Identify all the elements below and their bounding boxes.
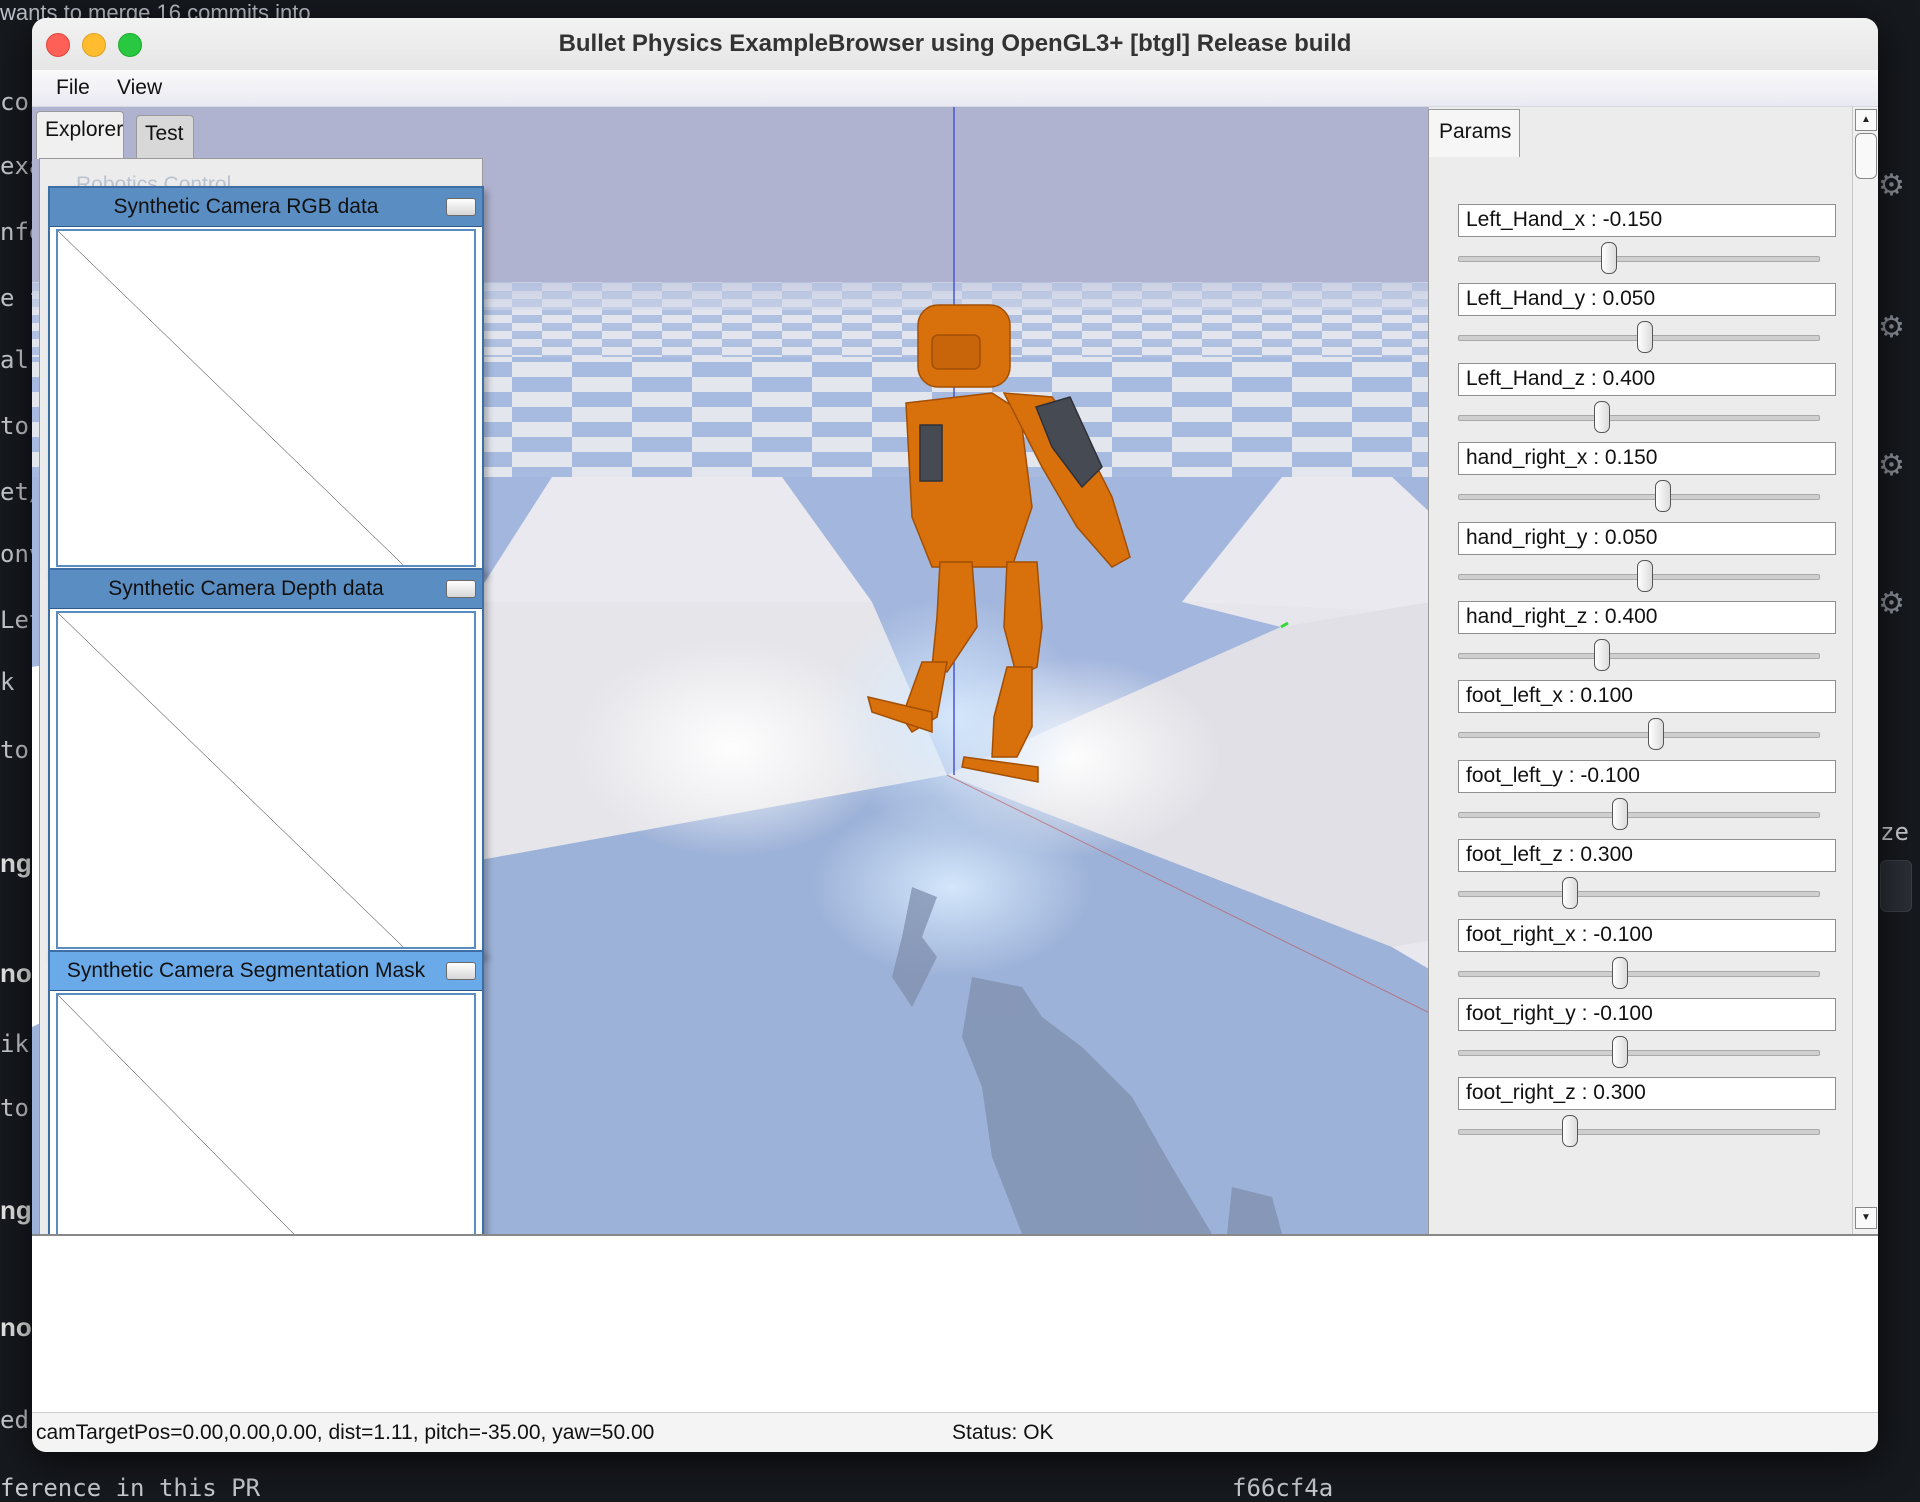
camera-window[interactable]: Synthetic Camera RGB data <box>48 186 484 575</box>
param-slider-thumb[interactable] <box>1594 639 1610 671</box>
tab-explorer[interactable]: Explorer <box>36 111 124 159</box>
param-slider-thumb[interactable] <box>1655 480 1672 512</box>
param-value-field[interactable]: Left_Hand_z : 0.400 <box>1458 363 1836 396</box>
camera-window-header[interactable]: Synthetic Camera Depth data <box>50 570 482 609</box>
param-slider-thumb[interactable] <box>1561 877 1578 909</box>
minimize-icon[interactable] <box>446 580 476 598</box>
camera-window-title: Synthetic Camera Depth data <box>108 577 384 600</box>
param-slider-track[interactable] <box>1458 415 1820 421</box>
param-slider-track[interactable] <box>1458 891 1820 897</box>
console-area <box>32 1234 1878 1414</box>
title-bar: Bullet Physics ExampleBrowser using Open… <box>32 18 1878 71</box>
param-value-field[interactable]: foot_left_y : -0.100 <box>1458 760 1836 793</box>
param-slider-track[interactable] <box>1458 653 1820 659</box>
menu-view[interactable]: View <box>117 76 162 100</box>
gear-icon: ⚙ <box>1878 587 1905 620</box>
param-slider-thumb[interactable] <box>1612 798 1628 830</box>
camera-window-header[interactable]: Synthetic Camera RGB data <box>50 188 482 227</box>
params-scrollbar[interactable]: ▲ ▼ <box>1852 107 1878 1234</box>
param-slider-thumb[interactable] <box>1637 321 1654 353</box>
scroll-up-icon[interactable]: ▲ <box>1855 109 1877 131</box>
background-panel <box>1880 860 1912 912</box>
window-title: Bullet Physics ExampleBrowser using Open… <box>558 30 1352 57</box>
scroll-down-icon[interactable]: ▼ <box>1855 1207 1877 1229</box>
background-code-snippet: co <box>0 88 29 116</box>
background-code-snippet: no <box>0 1312 32 1342</box>
status-text: Status: OK <box>952 1421 1054 1444</box>
param-slider-thumb[interactable] <box>1612 1036 1628 1068</box>
param-slider-thumb[interactable] <box>1594 401 1610 433</box>
scroll-thumb[interactable] <box>1855 133 1877 179</box>
background-code-snippet: ng <box>0 848 32 878</box>
background-side-text: ze <box>1880 818 1909 846</box>
param-value-field[interactable]: hand_right_y : 0.050 <box>1458 522 1836 555</box>
param-slider-track[interactable] <box>1458 812 1820 818</box>
tab-params[interactable]: Params <box>1428 109 1520 157</box>
param-slider-thumb[interactable] <box>1561 1115 1578 1147</box>
param-slider-thumb[interactable] <box>1612 957 1628 989</box>
gear-icon: ⚙ <box>1878 311 1905 344</box>
empty-image-icon <box>58 231 474 565</box>
menu-bar: File View <box>32 70 1878 107</box>
camera-window-title: Synthetic Camera RGB data <box>113 195 379 218</box>
param-value-field[interactable]: Left_Hand_x : -0.150 <box>1458 204 1836 237</box>
gear-icon: ⚙ <box>1878 449 1905 482</box>
camera-image <box>56 611 476 949</box>
param-value-field[interactable]: foot_left_z : 0.300 <box>1458 839 1836 872</box>
param-value-field[interactable]: foot_left_x : 0.100 <box>1458 680 1836 713</box>
param-slider-thumb[interactable] <box>1648 718 1664 750</box>
camera-window-title: Synthetic Camera Segmentation Mask <box>66 959 426 982</box>
param-slider-thumb[interactable] <box>1637 560 1654 592</box>
minimize-icon[interactable] <box>446 198 476 216</box>
tab-test[interactable]: Test <box>136 115 194 159</box>
background-code-snippet: al <box>0 346 29 374</box>
background-footer-text: ference in this PR <box>0 1474 261 1502</box>
status-bar: camTargetPos=0.00,0.00,0.00, dist=1.11, … <box>32 1412 1878 1452</box>
param-slider-track[interactable] <box>1458 971 1820 977</box>
empty-image-icon <box>58 613 474 947</box>
param-value-field[interactable]: foot_right_y : -0.100 <box>1458 998 1836 1031</box>
param-value-field[interactable]: Left_Hand_y : 0.050 <box>1458 283 1836 316</box>
param-slider-thumb[interactable] <box>1601 242 1618 274</box>
background-code-snippet: no <box>0 958 32 988</box>
param-value-field[interactable]: hand_right_z : 0.400 <box>1458 601 1836 634</box>
param-slider-track[interactable] <box>1458 256 1820 262</box>
camera-image <box>56 229 476 567</box>
camera-window-header[interactable]: Synthetic Camera Segmentation Mask <box>50 952 482 991</box>
param-slider-track[interactable] <box>1458 1050 1820 1056</box>
background-commit-hash: f66cf4a <box>1232 1474 1334 1502</box>
example-browser-window: Bullet Physics ExampleBrowser using Open… <box>32 18 1878 1452</box>
gear-icon: ⚙ <box>1878 169 1905 202</box>
param-slider-track[interactable] <box>1458 1129 1820 1135</box>
param-value-field[interactable]: hand_right_x : 0.150 <box>1458 442 1836 475</box>
param-slider-track[interactable] <box>1458 494 1820 500</box>
background-code-snippet: ik <box>0 1030 29 1058</box>
minimize-icon[interactable] <box>446 962 476 980</box>
background-code-snippet: ed <box>0 1406 29 1434</box>
param-slider-track[interactable] <box>1458 732 1820 738</box>
camera-status: camTargetPos=0.00,0.00,0.00, dist=1.11, … <box>36 1421 655 1444</box>
background-code-snippet: ng <box>0 1195 32 1225</box>
param-value-field[interactable]: foot_right_z : 0.300 <box>1458 1077 1836 1110</box>
menu-file[interactable]: File <box>56 76 90 100</box>
background-code-snippet: k <box>0 668 15 696</box>
param-value-field[interactable]: foot_right_x : -0.100 <box>1458 919 1836 952</box>
camera-window[interactable]: Synthetic Camera Depth data <box>48 568 484 957</box>
